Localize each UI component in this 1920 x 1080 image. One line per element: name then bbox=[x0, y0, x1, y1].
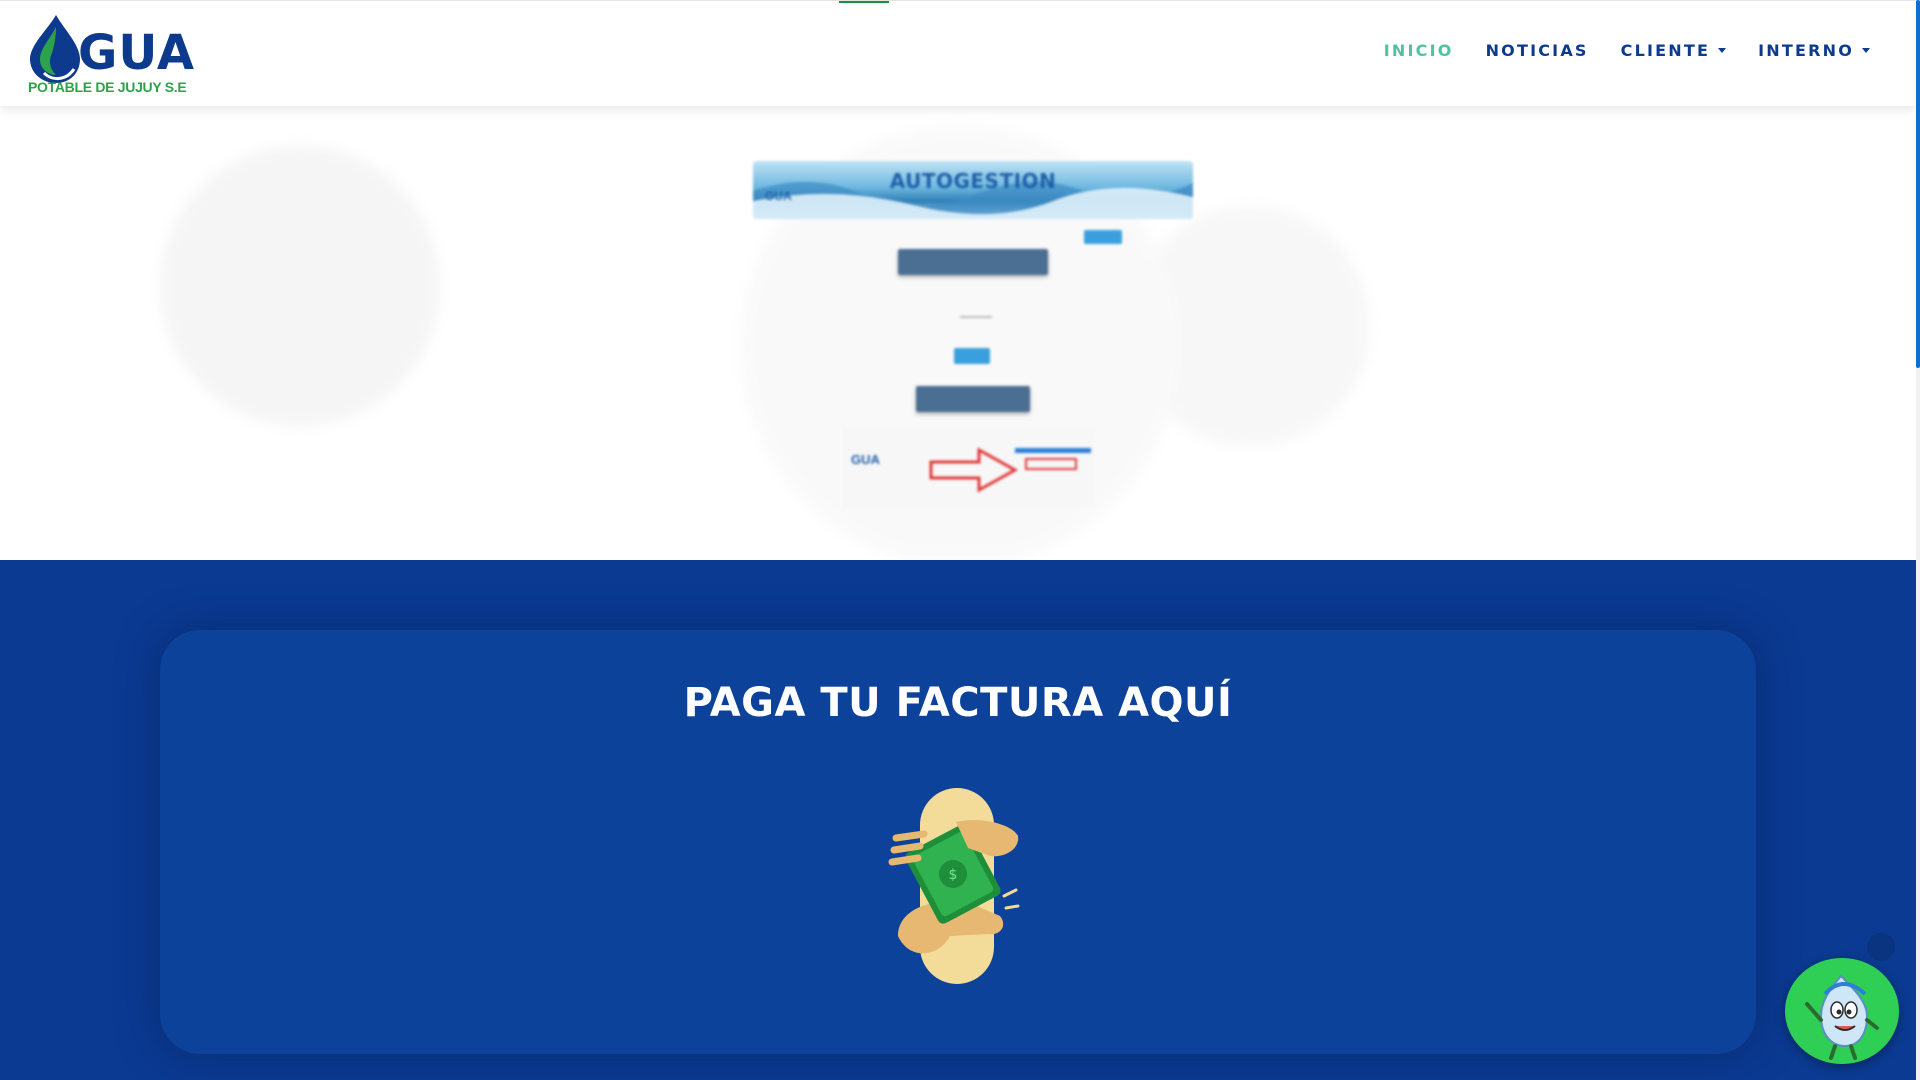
caret-down-icon bbox=[1862, 48, 1870, 53]
main-nav: INICIO NOTICIAS CLIENTE INTERNO bbox=[1384, 41, 1870, 60]
caret-down-icon bbox=[1718, 48, 1727, 53]
account-number-button bbox=[898, 249, 1048, 275]
chat-mascot-icon[interactable] bbox=[1785, 958, 1899, 1064]
pay-invoice-section: PAGA TU FACTURA AQUÍ $ bbox=[0, 560, 1916, 1080]
nav-interno-dropdown[interactable]: INTERNO bbox=[1758, 41, 1870, 60]
logo-wordmark: GUA bbox=[78, 25, 196, 81]
nav-inicio[interactable]: INICIO bbox=[1384, 41, 1454, 60]
scrollbar-thumb[interactable] bbox=[1916, 0, 1920, 368]
invoice-highlight-box bbox=[1025, 458, 1077, 470]
ingresar-button bbox=[1084, 230, 1122, 244]
autogestion-banner: AUTOGESTION GUA bbox=[753, 161, 1193, 219]
nav-interno-label: INTERNO bbox=[1758, 41, 1854, 60]
nav-cliente-dropdown[interactable]: CLIENTE bbox=[1620, 41, 1727, 60]
nav-inicio-label: INICIO bbox=[1383, 41, 1454, 60]
top-navbar: GUA POTABLE DE JUJUY S.E INICIO NOTICIAS… bbox=[0, 0, 1916, 106]
site-logo[interactable]: GUA POTABLE DE JUJUY S.E bbox=[26, 13, 194, 99]
banner-logo: GUA bbox=[765, 189, 792, 203]
invoice-logo: GUA bbox=[851, 452, 880, 467]
invoice-header-bar bbox=[1015, 448, 1091, 453]
nav-noticias[interactable]: NOTICIAS bbox=[1486, 41, 1589, 60]
find-invoice-button bbox=[916, 386, 1030, 412]
autogestion-image[interactable]: AUTOGESTION GUA GUA bbox=[0, 106, 1916, 560]
nav-cliente-label: CLIENTE bbox=[1620, 41, 1711, 60]
hand-money-icon[interactable]: $ bbox=[880, 786, 1030, 986]
logo-subtitle: POTABLE DE JUJUY S.E bbox=[28, 79, 187, 95]
divider-line bbox=[960, 316, 992, 318]
autogestion-title: AUTOGESTION bbox=[889, 169, 1057, 193]
autogestion-hero: AUTOGESTION GUA GUA bbox=[0, 106, 1916, 560]
pay-invoice-title: PAGA TU FACTURA AQUÍ bbox=[683, 680, 1233, 726]
invoice-sample: GUA bbox=[843, 428, 1095, 508]
chat-close-button[interactable] bbox=[1867, 933, 1895, 961]
confirm-button bbox=[954, 348, 990, 364]
nav-noticias-label: NOTICIAS bbox=[1485, 41, 1589, 60]
page-loader-bar bbox=[839, 1, 889, 3]
arrow-right-icon bbox=[929, 447, 1019, 493]
svg-text:$: $ bbox=[949, 867, 958, 883]
